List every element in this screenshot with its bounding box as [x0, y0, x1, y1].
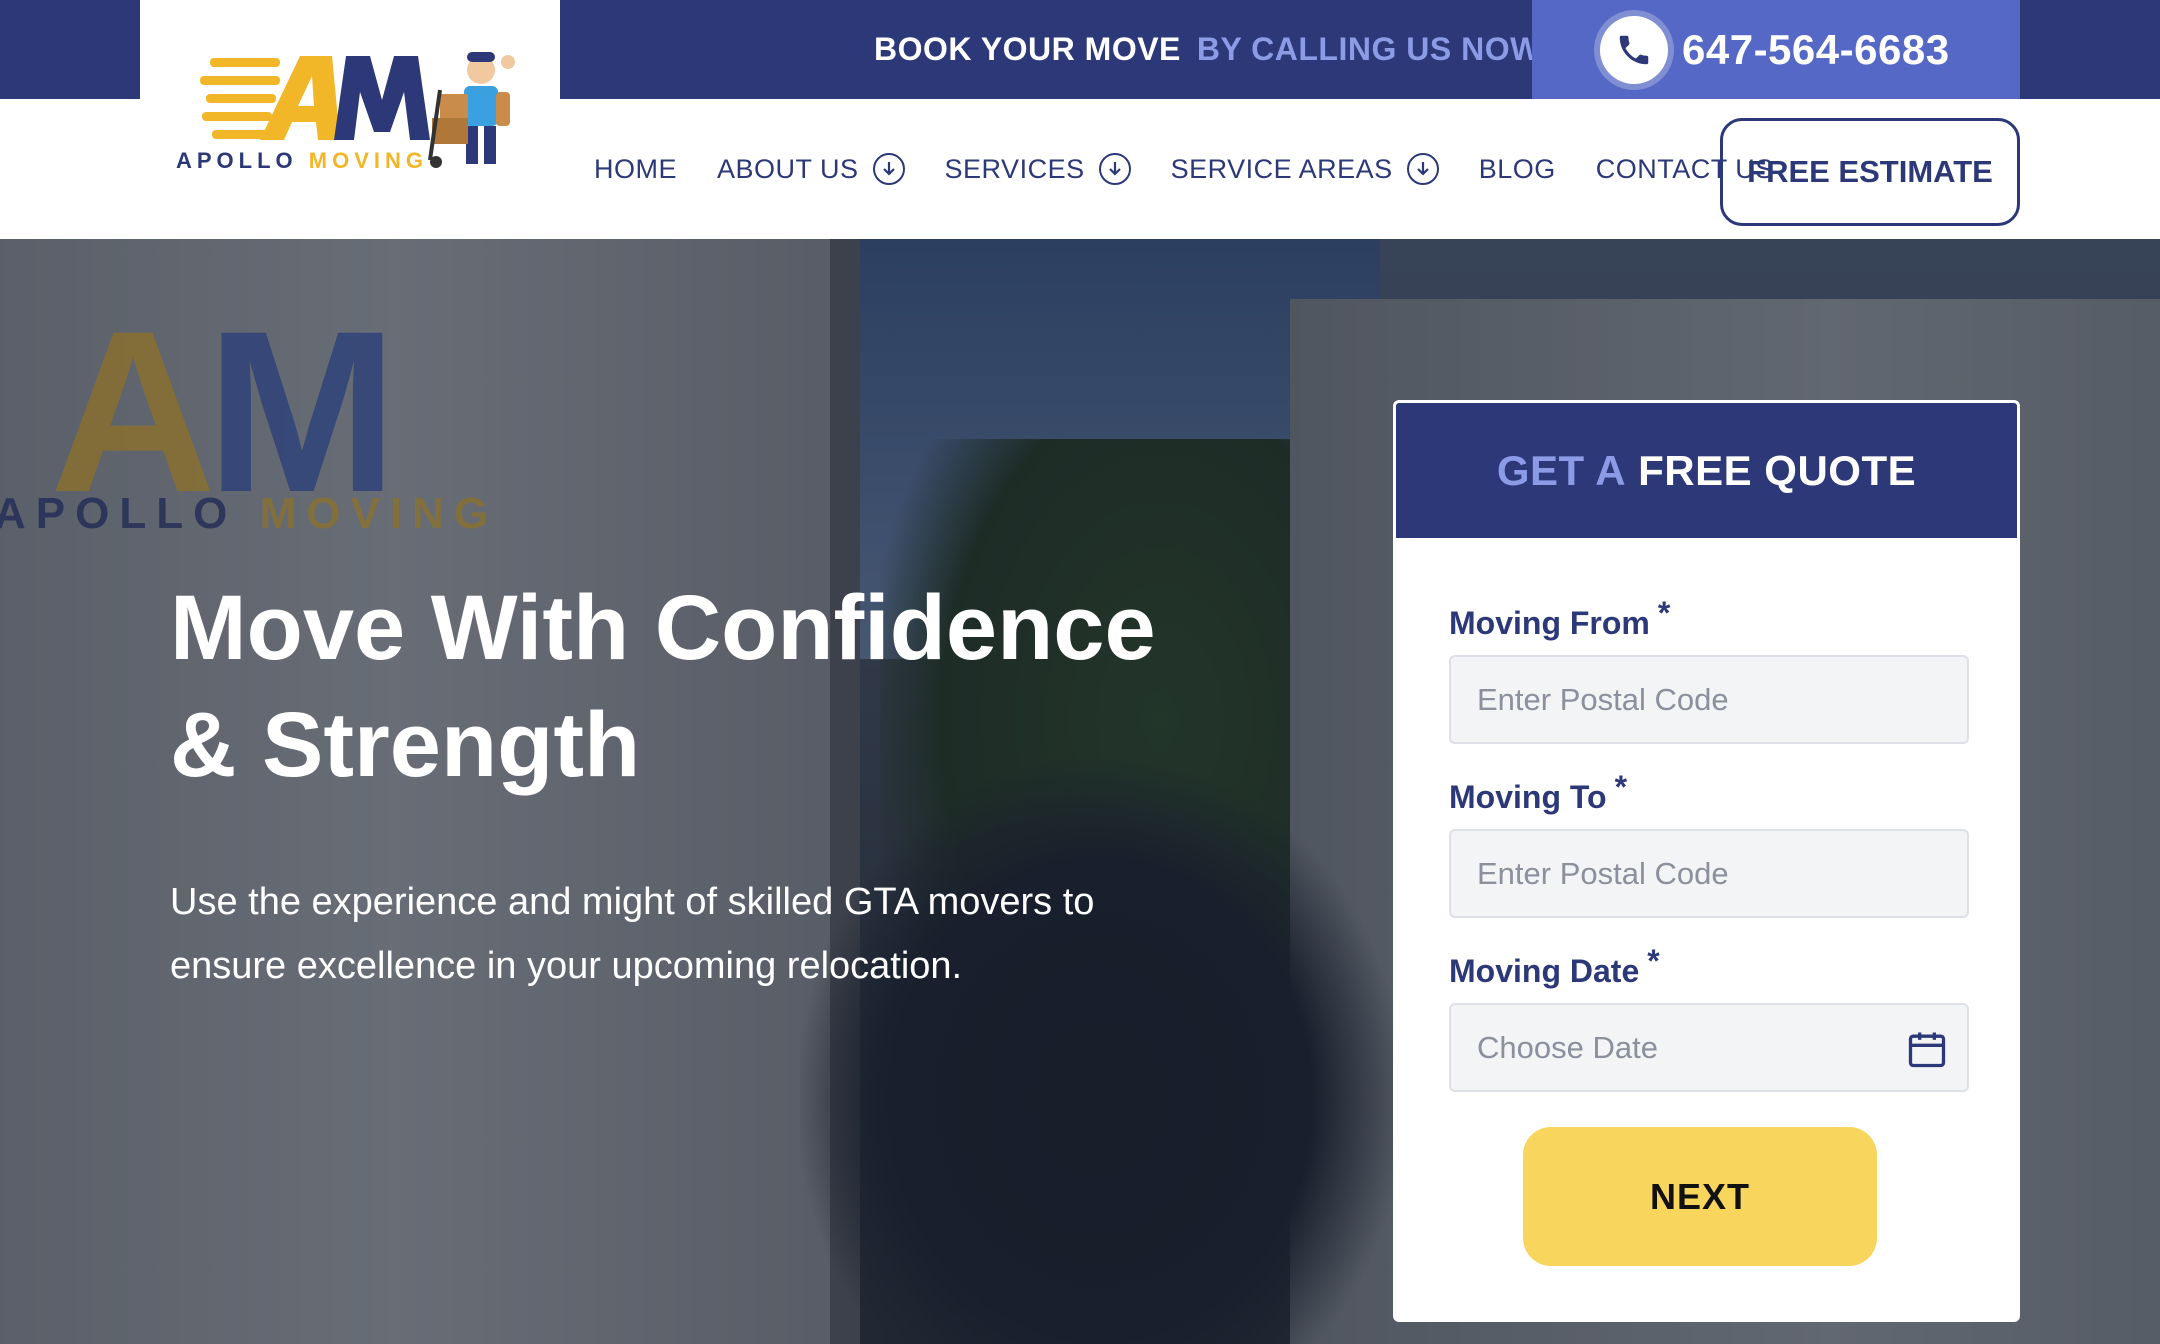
moving-from-label: Moving From * — [1449, 595, 1670, 642]
main-nav: HOME ABOUT US SERVICES SERVICE AREAS BLO… — [594, 99, 1814, 239]
moving-date-label: Moving Date * — [1449, 943, 1660, 990]
logo[interactable]: APOLLO MOVING — [140, 0, 560, 238]
required-mark: * — [1614, 769, 1628, 805]
nav-label: BLOG — [1478, 153, 1556, 184]
next-button[interactable]: NEXT — [1523, 1127, 1877, 1266]
chevron-down-icon — [1098, 153, 1131, 185]
moving-to-label: Moving To * — [1449, 769, 1627, 816]
moving-date-input[interactable]: Choose Date — [1449, 1003, 1969, 1092]
headline-line-1: Move With Confidence — [170, 577, 1156, 679]
moving-from-input[interactable]: Enter Postal Code — [1449, 655, 1969, 744]
quote-form: GET A FREE QUOTE Moving From * Enter Post… — [1393, 400, 2020, 1322]
nav-label: ABOUT US — [717, 153, 859, 184]
moving-date-label-text: Moving Date — [1449, 953, 1640, 989]
chevron-down-icon — [1406, 153, 1439, 185]
free-estimate-button[interactable]: FREE ESTIMATE — [1720, 118, 2020, 226]
book-your-move-text: BOOK YOUR MOVE BY CALLING US NOW — [874, 0, 1541, 99]
hero-subtext: Use the experience and might of skilled … — [170, 881, 1095, 987]
quote-title-get-a: GET A — [1496, 446, 1627, 494]
logo-word-apollo: APOLLO — [176, 148, 309, 173]
moving-to-label-text: Moving To — [1449, 779, 1607, 815]
moving-date-placeholder: Choose Date — [1477, 1029, 1658, 1065]
nav-label: HOME — [594, 153, 677, 184]
nav-label: SERVICE AREAS — [1170, 153, 1393, 184]
book-label: BOOK YOUR MOVE — [874, 31, 1181, 67]
required-mark: * — [1657, 595, 1671, 631]
nav-item-service-areas[interactable]: SERVICE AREAS — [1171, 153, 1439, 185]
moving-to-input[interactable]: Enter Postal Code — [1449, 829, 1969, 918]
phone-number[interactable]: 647-564-6683 — [1682, 26, 1950, 74]
nav-item-services[interactable]: SERVICES — [945, 153, 1131, 185]
nav-item-about-us[interactable]: ABOUT US — [717, 153, 905, 185]
phone-button[interactable]: 647-564-6683 — [1532, 0, 2020, 99]
quote-form-title: GET A FREE QUOTE — [1396, 403, 2017, 538]
nav-label: SERVICES — [944, 153, 1085, 184]
chevron-down-icon — [872, 153, 905, 185]
logo-word-moving: MOVING — [308, 148, 429, 173]
call-label: BY CALLING US NOW — [1196, 31, 1541, 67]
headline-line-2: & Strength — [170, 694, 641, 796]
calendar-icon[interactable] — [1905, 1027, 1949, 1079]
required-mark: * — [1647, 943, 1660, 979]
nav-item-blog[interactable]: BLOG — [1479, 154, 1556, 185]
logo-wordmark: APOLLO MOVING — [176, 148, 428, 174]
quote-title-free-quote: FREE QUOTE — [1638, 446, 1917, 494]
phone-icon — [1600, 15, 1668, 84]
nav-item-home[interactable]: HOME — [594, 154, 677, 185]
logo-mark-icon — [200, 52, 515, 168]
hero-headline: Move With Confidence & Strength — [170, 570, 1270, 804]
moving-from-label-text: Moving From — [1449, 605, 1650, 641]
